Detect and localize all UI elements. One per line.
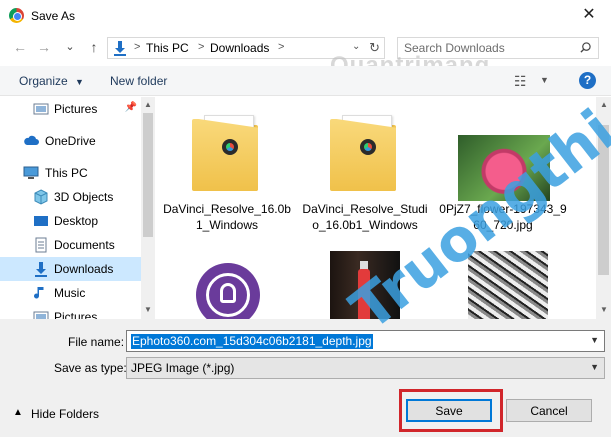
organize-label: Organize [19,74,68,88]
chevron-down-icon[interactable]: ▼ [540,75,549,85]
sidebar-item-pictures-pinned[interactable]: Pictures 📌 [0,97,141,121]
up-icon[interactable]: ↑ [86,39,102,55]
sidebar-item-label: This PC [45,166,88,180]
new-folder-button[interactable]: New folder [110,74,167,88]
chevron-down-icon: ▼ [75,77,84,87]
documents-icon [35,237,47,253]
scroll-up-icon[interactable]: ▲ [144,100,152,109]
download-icon [114,41,126,56]
sidebar-item-downloads[interactable]: Downloads [0,257,141,281]
download-icon [35,262,47,277]
chrome-icon [9,8,24,23]
pictures-icon [33,311,49,319]
chevron-down-icon[interactable]: ▼ [590,335,599,345]
sidebar-item-3d-objects[interactable]: 3D Objects [0,185,141,209]
chevron-up-icon: ▲ [13,407,23,418]
navigation-scrollbar[interactable]: ▲ ▼ [141,97,155,319]
folder-icon [182,107,274,197]
recent-locations-icon[interactable]: ⌄ [62,39,78,55]
address-dropdown-icon[interactable]: ⌄ [352,41,360,52]
scrollbar-thumb[interactable] [143,113,153,237]
file-item[interactable]: DaVinci_Resolve_Studio_16.0b1_Windows [300,97,430,237]
breadcrumb-separator: > [134,41,141,53]
file-item[interactable] [162,251,292,319]
sidebar-item-this-pc[interactable]: This PC [0,161,141,185]
sidebar-item-label: OneDrive [45,134,96,148]
folder-icon [320,107,412,197]
chevron-down-icon[interactable]: ▼ [590,362,599,372]
image-thumbnail [182,251,274,319]
forward-icon[interactable]: → [36,39,52,55]
cloud-icon [24,135,39,145]
hide-folders-label: Hide Folders [31,407,100,421]
desktop-icon [34,216,48,226]
filename-value[interactable]: Ephoto360.com_15d304c06b2181_depth.jpg [131,334,373,349]
savetype-value: JPEG Image (*.jpg) [131,361,235,375]
pin-icon[interactable]: 📌 [125,102,137,113]
navigation-pane: Pictures 📌 OneDrive This PC 3D Objects D… [0,97,155,319]
computer-icon [23,166,39,179]
view-options-icon[interactable]: ☷ [514,73,527,90]
back-icon[interactable]: ← [12,39,28,55]
organize-button[interactable]: Organize ▼ [19,74,84,88]
sidebar-item-pictures[interactable]: Pictures [0,305,141,319]
scroll-down-icon[interactable]: ▼ [600,305,608,314]
scroll-down-icon[interactable]: ▼ [144,305,152,314]
help-icon[interactable]: ? [579,72,596,89]
breadcrumb-separator: > [278,41,285,53]
sidebar-item-music[interactable]: Music [0,281,141,305]
sidebar-item-desktop[interactable]: Desktop [0,209,141,233]
window-title: Save As [31,9,76,23]
sidebar-item-label: Downloads [54,262,114,276]
file-name: DaVinci_Resolve_16.0b1_Windows [163,202,291,232]
sidebar-item-label: Documents [54,238,115,252]
search-icon [580,42,591,53]
breadcrumb-this-pc[interactable]: This PC [146,41,189,55]
command-bar: Organize ▼ New folder ☷ ▼ ? [0,66,611,96]
file-item[interactable]: DaVinci_Resolve_16.0b1_Windows [162,97,292,237]
savetype-select[interactable]: JPEG Image (*.jpg) ▼ [126,357,605,379]
savetype-label: Save as type: [54,361,127,375]
sidebar-item-label: Pictures [54,310,98,319]
filename-label: File name: [68,335,125,349]
filename-field[interactable]: Ephoto360.com_15d304c06b2181_depth.jpg ▼ [126,330,605,352]
sidebar-item-label: Desktop [54,214,99,228]
breadcrumb-separator: > [198,41,205,53]
file-name: DaVinci_Resolve_Studio_16.0b1_Windows [302,202,428,232]
sidebar-item-onedrive[interactable]: OneDrive [0,129,141,153]
highlight-box [399,389,503,432]
sidebar-item-label: 3D Objects [54,190,114,204]
cube-icon [34,189,48,205]
cancel-button[interactable]: Cancel [506,399,592,422]
close-icon[interactable]: ✕ [567,0,611,30]
pictures-icon [33,103,49,115]
sidebar-item-label: Music [54,286,86,300]
title-bar: Save As ✕ [0,0,611,32]
sidebar-item-label: Pictures [54,102,98,116]
music-icon [34,287,44,299]
breadcrumb-downloads[interactable]: Downloads [210,41,269,55]
sidebar-item-documents[interactable]: Documents [0,233,141,257]
